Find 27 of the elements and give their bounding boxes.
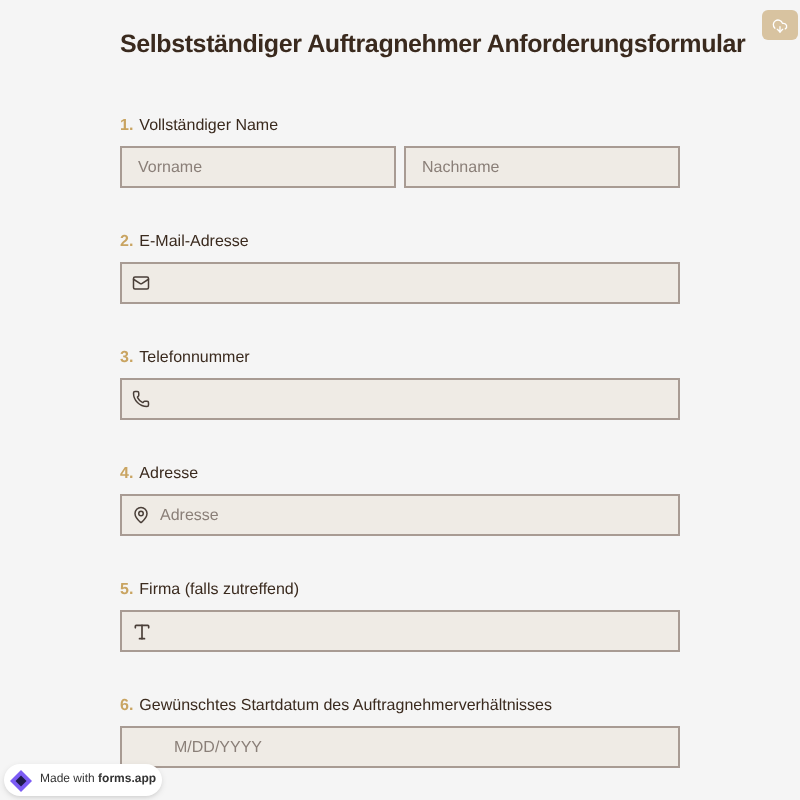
question-number: 1. (120, 116, 134, 136)
question-label: Vollständiger Name (139, 116, 279, 136)
question-label: Gewünschtes Startdatum des Auftragnehmerverhältnisses (139, 696, 552, 716)
input-field[interactable]: M/DD/YYYY (120, 726, 680, 768)
phone-icon (132, 390, 150, 408)
input-field[interactable]: Adresse (120, 494, 680, 536)
form-title: Selbstständiger Auftragnehmer Anforderungsformular (120, 28, 746, 60)
question-label: Firma (falls zutreffend) (139, 580, 300, 600)
download-button[interactable] (762, 10, 798, 40)
cloud-download-icon (772, 17, 788, 33)
input-field[interactable] (120, 610, 680, 652)
question-number: 3. (120, 348, 134, 368)
question-number: 6. (120, 696, 134, 716)
question-label: Adresse (139, 464, 199, 484)
question-number: 4. (120, 464, 134, 484)
logo-icon (10, 769, 32, 791)
mail-icon (132, 274, 150, 292)
input-field[interactable]: Nachname (404, 146, 680, 188)
input-field[interactable] (120, 378, 680, 420)
text-icon (132, 622, 152, 642)
question-label: E-Mail-Adresse (139, 232, 249, 252)
input-field[interactable]: Vorname (120, 146, 396, 188)
input-field[interactable] (120, 262, 680, 304)
question-label: Telefonnummer (139, 348, 250, 368)
map-pin-icon (132, 506, 150, 524)
question-number: 5. (120, 580, 134, 600)
question-number: 2. (120, 232, 134, 252)
